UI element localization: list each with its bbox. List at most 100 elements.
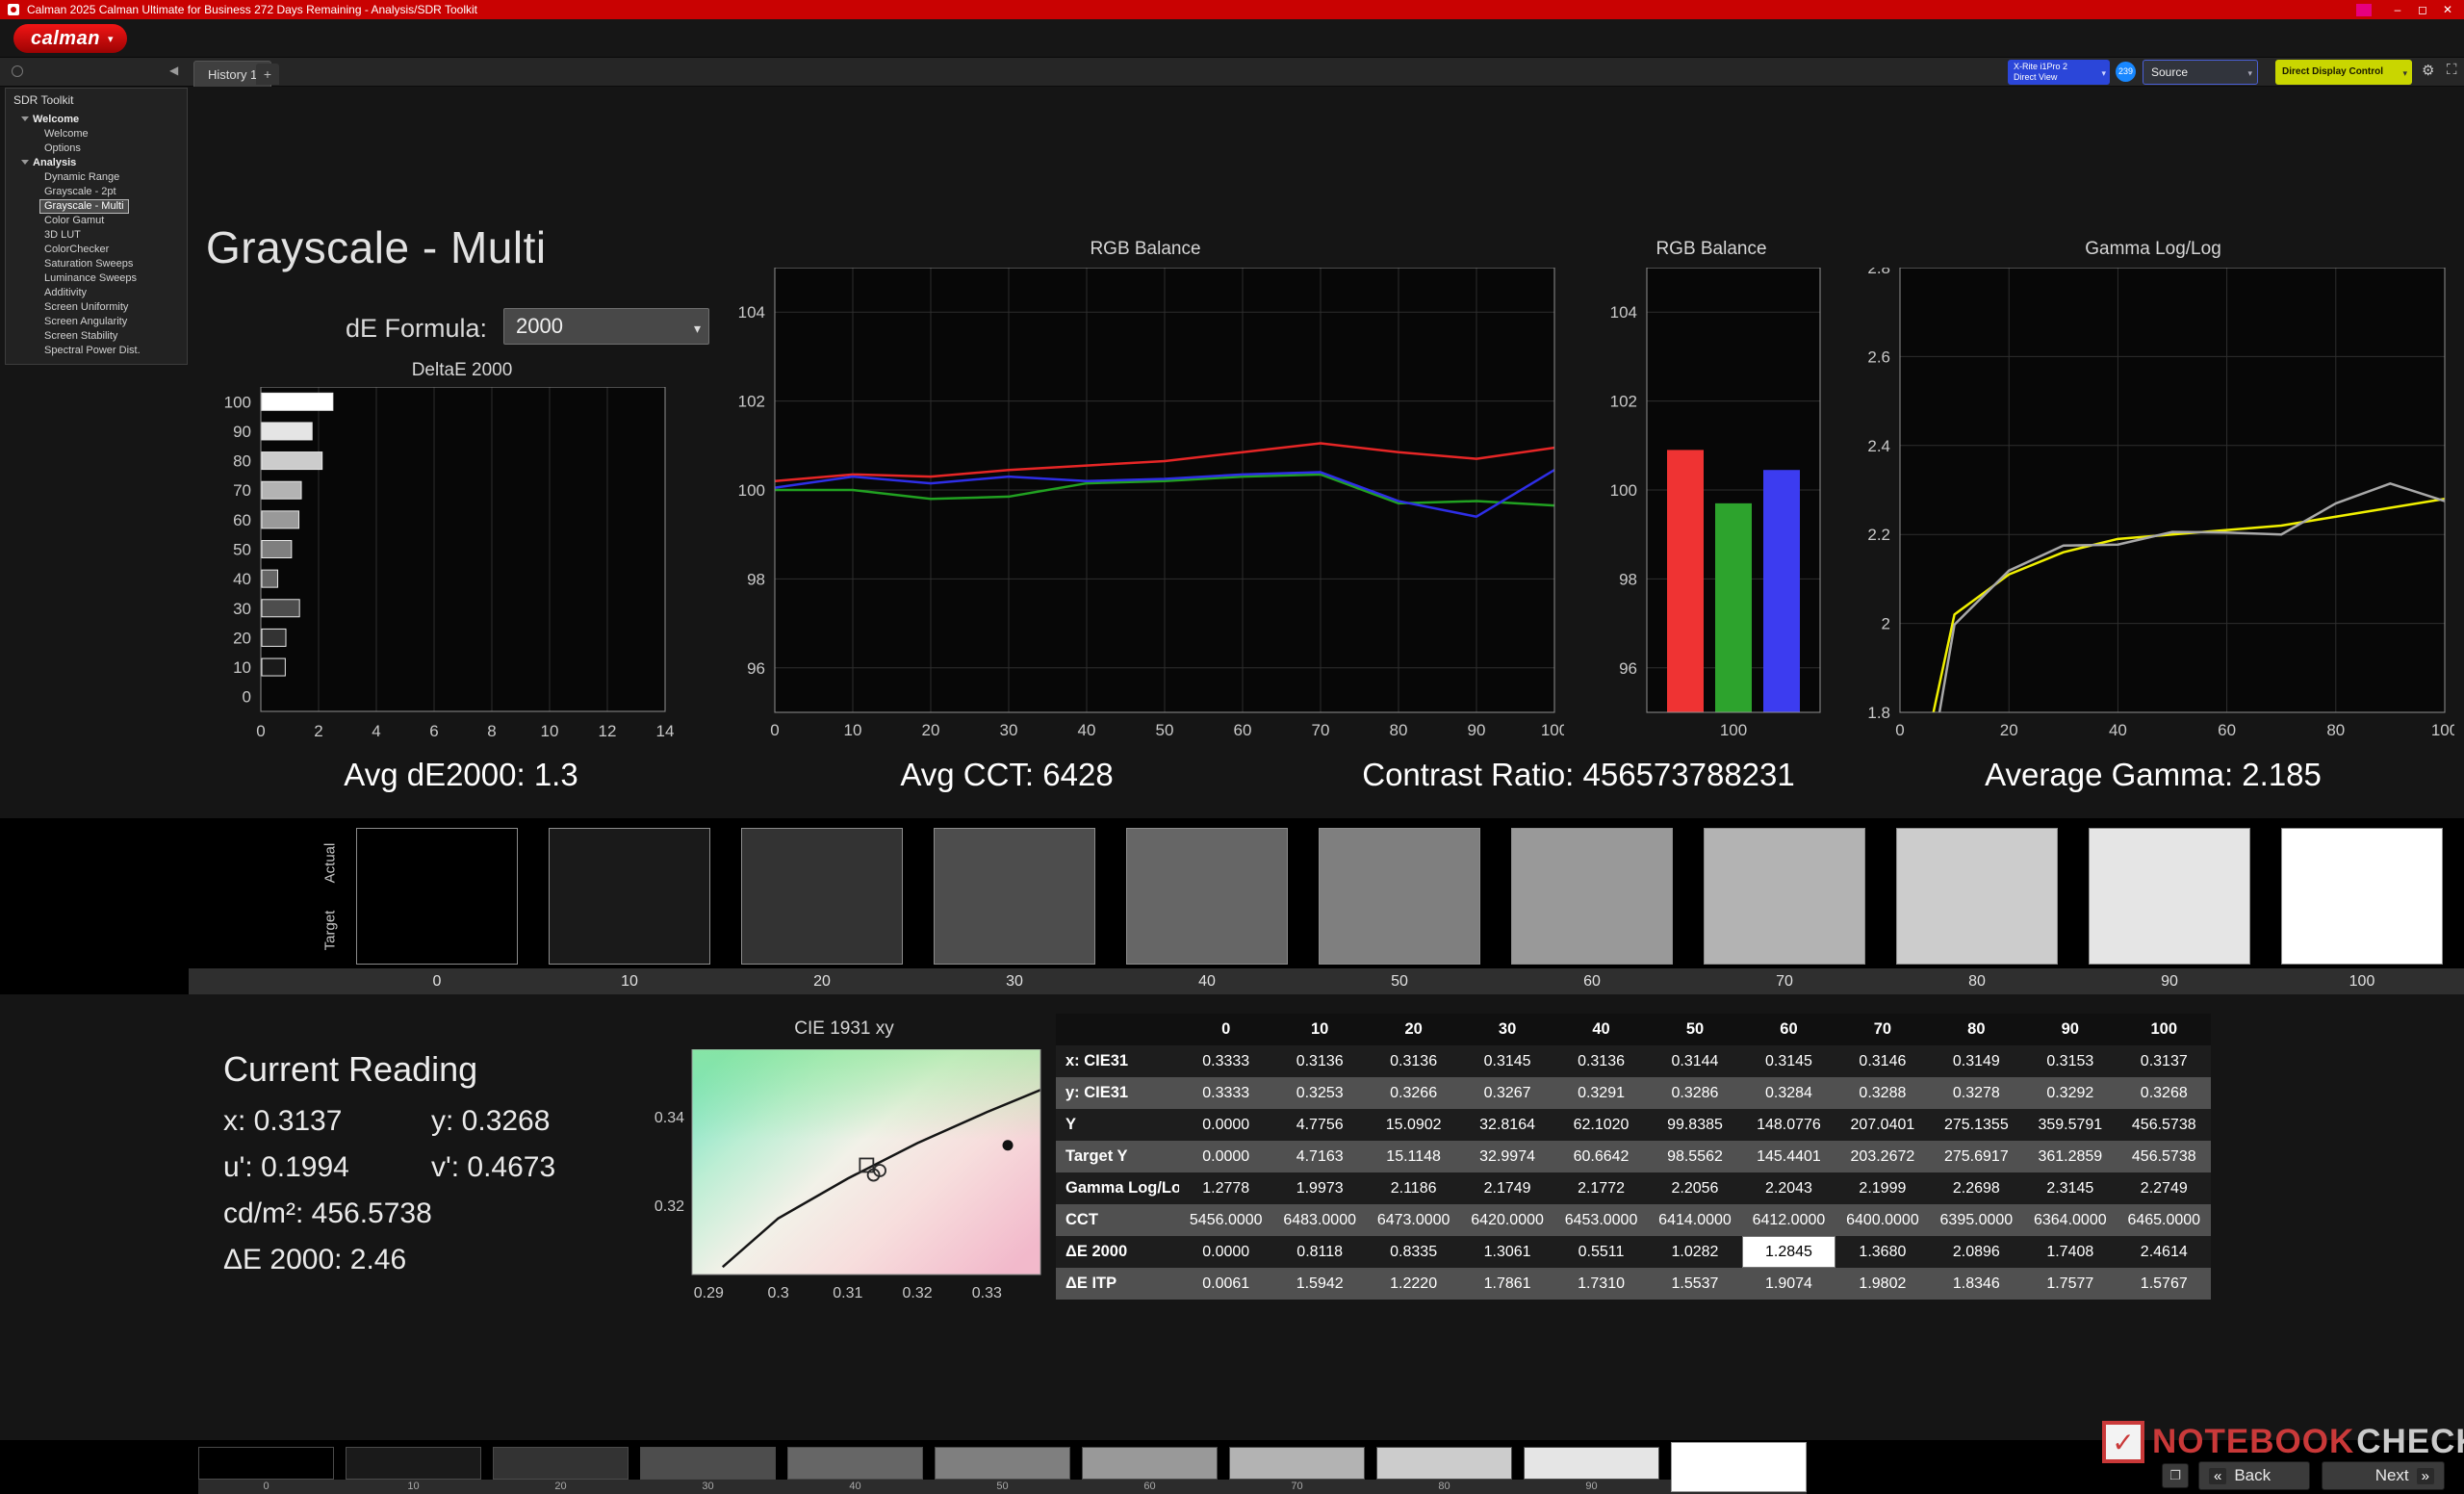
results-cell[interactable]: 0.3145 — [1460, 1045, 1553, 1077]
results-cell[interactable]: 1.2778 — [1179, 1172, 1272, 1204]
bottom-swatch-40[interactable] — [787, 1447, 923, 1480]
results-cell[interactable]: 275.6917 — [1930, 1141, 2023, 1172]
results-cell[interactable]: 0.3137 — [2118, 1045, 2211, 1077]
results-cell[interactable]: 4.7756 — [1272, 1109, 1366, 1141]
sidebar-item-additivity[interactable]: Additivity — [40, 287, 90, 299]
sidebar-item-saturation-sweeps[interactable]: Saturation Sweeps — [40, 258, 137, 270]
bottom-swatch-100[interactable] — [1671, 1442, 1807, 1492]
results-cell[interactable]: 2.4614 — [2118, 1236, 2211, 1268]
results-cell[interactable]: 0.8335 — [1367, 1236, 1460, 1268]
results-cell[interactable]: 0.0061 — [1179, 1268, 1272, 1300]
results-cell[interactable]: 15.0902 — [1367, 1109, 1460, 1141]
minimize-button[interactable]: – — [2385, 0, 2410, 19]
results-cell[interactable]: 1.9802 — [1835, 1268, 1929, 1300]
results-cell[interactable]: 15.1148 — [1367, 1141, 1460, 1172]
results-cell[interactable]: 359.5791 — [2023, 1109, 2117, 1141]
sidebar-item-color-gamut[interactable]: Color Gamut — [40, 215, 108, 227]
results-cell[interactable]: 6400.0000 — [1835, 1204, 1929, 1236]
results-cell[interactable]: 60.6642 — [1554, 1141, 1648, 1172]
results-cell[interactable]: 2.1749 — [1460, 1172, 1553, 1204]
results-cell[interactable]: 2.1772 — [1554, 1172, 1648, 1204]
results-cell[interactable]: 0.3286 — [1648, 1077, 1741, 1109]
de-formula-select[interactable]: 2000 ▾ — [503, 308, 709, 345]
add-tab-button[interactable]: + — [256, 64, 279, 85]
results-cell[interactable]: 1.7577 — [2023, 1268, 2117, 1300]
source-select[interactable]: Source ▾ — [2143, 60, 2258, 85]
maximize-button[interactable]: ◻ — [2410, 0, 2435, 19]
results-cell[interactable]: 6453.0000 — [1554, 1204, 1648, 1236]
sidebar-item-options[interactable]: Options — [40, 142, 85, 155]
results-cell[interactable]: 6412.0000 — [1742, 1204, 1835, 1236]
calman-menu-button[interactable]: calman ▾ — [13, 24, 127, 53]
results-cell[interactable]: 6420.0000 — [1460, 1204, 1553, 1236]
results-cell[interactable]: 2.3145 — [2023, 1172, 2117, 1204]
results-cell[interactable]: 2.1999 — [1835, 1172, 1929, 1204]
results-cell[interactable]: 0.3145 — [1742, 1045, 1835, 1077]
results-cell[interactable]: 0.3267 — [1460, 1077, 1553, 1109]
results-cell[interactable]: 1.5767 — [2118, 1268, 2211, 1300]
results-cell[interactable]: 0.5511 — [1554, 1236, 1648, 1268]
bottom-swatch-70[interactable] — [1229, 1447, 1365, 1480]
sidebar-collapse-button[interactable]: ◀ — [169, 64, 178, 77]
close-button[interactable]: ✕ — [2435, 0, 2460, 19]
bottom-swatch-50[interactable] — [935, 1447, 1070, 1480]
sidebar-item-screen-stability[interactable]: Screen Stability — [40, 330, 121, 343]
results-cell[interactable]: 6364.0000 — [2023, 1204, 2117, 1236]
results-cell[interactable]: 1.5942 — [1272, 1268, 1366, 1300]
fullscreen-icon[interactable]: ⛶ — [2447, 62, 2457, 78]
sidebar-item-colorchecker[interactable]: ColorChecker — [40, 244, 113, 256]
results-cell[interactable]: 0.3149 — [1930, 1045, 2023, 1077]
bottom-swatch-90[interactable] — [1524, 1447, 1659, 1480]
results-cell[interactable]: 0.3136 — [1272, 1045, 1366, 1077]
results-cell[interactable]: 1.5537 — [1648, 1268, 1741, 1300]
sidebar-item-screen-angularity[interactable]: Screen Angularity — [40, 316, 131, 328]
sidebar-item-screen-uniformity[interactable]: Screen Uniformity — [40, 301, 132, 314]
results-cell[interactable]: 1.7310 — [1554, 1268, 1648, 1300]
results-cell[interactable]: 145.4401 — [1742, 1141, 1835, 1172]
results-cell[interactable]: 1.3061 — [1460, 1236, 1553, 1268]
sidebar-item-dynamic-range[interactable]: Dynamic Range — [40, 171, 123, 184]
results-cell[interactable]: 0.3253 — [1272, 1077, 1366, 1109]
results-cell[interactable]: 456.5738 — [2118, 1109, 2211, 1141]
results-cell[interactable]: 2.1186 — [1367, 1172, 1460, 1204]
results-cell[interactable]: 6465.0000 — [2118, 1204, 2211, 1236]
results-cell[interactable]: 2.2698 — [1930, 1172, 2023, 1204]
panel-menu-icon[interactable] — [12, 65, 23, 77]
results-cell[interactable]: 361.2859 — [2023, 1141, 2117, 1172]
bottom-swatch-0[interactable] — [198, 1447, 334, 1480]
results-cell[interactable]: 0.3284 — [1742, 1077, 1835, 1109]
results-cell[interactable]: 456.5738 — [2118, 1141, 2211, 1172]
sidebar-item-luminance-sweeps[interactable]: Luminance Sweeps — [40, 272, 141, 285]
back-button[interactable]: « Back — [2198, 1461, 2310, 1490]
results-cell[interactable]: 0.3291 — [1554, 1077, 1648, 1109]
meter-select[interactable]: X-Rite i1Pro 2 Direct View ▾ — [2008, 60, 2110, 85]
sidebar-item-3d-lut[interactable]: 3D LUT — [40, 229, 85, 242]
results-cell[interactable]: 2.2043 — [1742, 1172, 1835, 1204]
results-cell[interactable]: 2.2749 — [2118, 1172, 2211, 1204]
bottom-swatch-80[interactable] — [1376, 1447, 1512, 1480]
results-cell[interactable]: 207.0401 — [1835, 1109, 1929, 1141]
sidebar-item-grayscale-multi[interactable]: Grayscale - Multi — [40, 200, 128, 213]
results-cell[interactable]: 32.8164 — [1460, 1109, 1553, 1141]
results-cell[interactable]: 1.3680 — [1835, 1236, 1929, 1268]
results-cell[interactable]: 0.3266 — [1367, 1077, 1460, 1109]
results-cell[interactable]: 4.7163 — [1272, 1141, 1366, 1172]
results-cell[interactable]: 6395.0000 — [1930, 1204, 2023, 1236]
results-cell[interactable]: 98.5562 — [1648, 1141, 1741, 1172]
results-cell[interactable]: 0.3268 — [2118, 1077, 2211, 1109]
results-cell[interactable]: 6483.0000 — [1272, 1204, 1366, 1236]
dock-window-button[interactable]: ❐ — [2162, 1463, 2189, 1488]
bottom-swatch-20[interactable] — [493, 1447, 629, 1480]
sidebar-item-welcome[interactable]: Welcome — [17, 114, 83, 126]
bottom-swatch-30[interactable] — [640, 1447, 776, 1480]
display-control-select[interactable]: Direct Display Control ▾ — [2275, 60, 2412, 85]
sidebar-item-welcome[interactable]: Welcome — [40, 128, 92, 141]
results-cell[interactable]: 0.3136 — [1367, 1045, 1460, 1077]
results-cell[interactable]: 1.2845 — [1742, 1236, 1835, 1268]
results-cell[interactable]: 6473.0000 — [1367, 1204, 1460, 1236]
results-cell[interactable]: 1.9074 — [1742, 1268, 1835, 1300]
results-cell[interactable]: 99.8385 — [1648, 1109, 1741, 1141]
gear-icon[interactable]: ⚙ — [2422, 62, 2434, 79]
results-cell[interactable]: 1.8346 — [1930, 1268, 2023, 1300]
results-cell[interactable]: 62.1020 — [1554, 1109, 1648, 1141]
